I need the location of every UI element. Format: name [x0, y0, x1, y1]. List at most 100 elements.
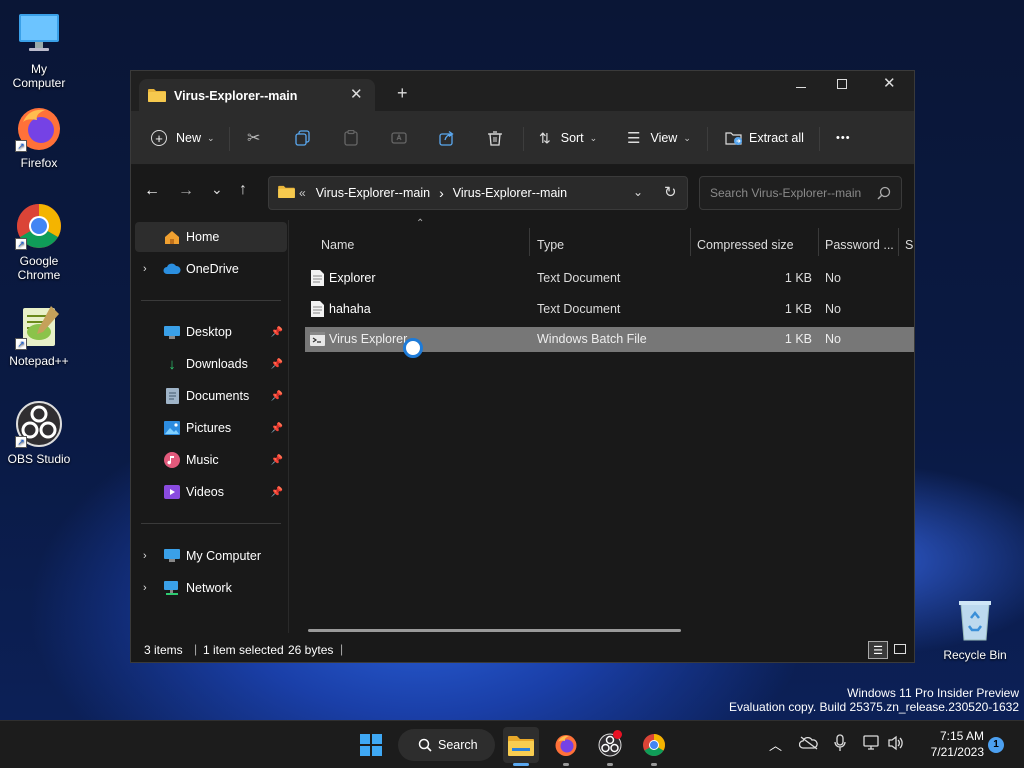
- desktop-icon-obs[interactable]: ↗ OBS Studio: [3, 400, 75, 466]
- share-button[interactable]: [439, 123, 455, 153]
- details-view-button[interactable]: ☰: [868, 641, 888, 659]
- horizontal-scrollbar[interactable]: [308, 629, 681, 632]
- notepadpp-icon: ↗: [15, 302, 63, 350]
- delete-button[interactable]: [487, 123, 503, 153]
- address-bar[interactable]: « Virus-Explorer--main › Virus-Explorer-…: [268, 176, 688, 210]
- monitor-icon: [15, 10, 63, 58]
- maximize-button[interactable]: [837, 79, 847, 89]
- nav-item-label: Home: [186, 230, 220, 244]
- chevron-right-icon[interactable]: ›: [143, 550, 147, 562]
- nav-item-documents[interactable]: Documents 📌: [135, 381, 287, 411]
- taskbar-firefox[interactable]: [548, 727, 584, 766]
- nav-item-music[interactable]: Music 📌: [135, 445, 287, 475]
- column-divider[interactable]: [818, 228, 819, 256]
- nav-item-onedrive[interactable]: › OneDrive: [135, 254, 287, 284]
- command-bar: + New ⌄ ✂ ⇅ Sort ⌄ ☰ View ⌄ Extract all …: [131, 111, 914, 165]
- pin-icon[interactable]: 📌: [271, 455, 283, 466]
- chrome-icon: [643, 734, 665, 756]
- copy-button[interactable]: [295, 123, 311, 153]
- pin-icon[interactable]: 📌: [271, 359, 283, 370]
- document-icon: [163, 387, 181, 405]
- taskbar-obs[interactable]: [592, 727, 628, 766]
- tab-virus-explorer-main[interactable]: Virus-Explorer--main ✕: [139, 79, 375, 111]
- refresh-icon[interactable]: ↻: [664, 183, 677, 201]
- forward-button[interactable]: →: [178, 182, 194, 200]
- minimize-button[interactable]: [791, 75, 811, 99]
- address-dropdown-icon[interactable]: ⌄: [633, 185, 643, 199]
- taskbar-chrome[interactable]: [636, 727, 672, 766]
- close-window-button[interactable]: ✕: [883, 74, 896, 92]
- file-row-hahaha[interactable]: hahaha Text Document 1 KB No: [305, 296, 914, 323]
- recycle-bin-icon: [951, 596, 999, 644]
- notification-badge[interactable]: 1: [988, 737, 1004, 753]
- volume-icon[interactable]: [887, 735, 905, 754]
- music-icon: [163, 451, 181, 469]
- more-options-button[interactable]: •••: [836, 123, 851, 153]
- view-button[interactable]: ☰ View ⌄: [627, 123, 691, 153]
- recent-locations-button[interactable]: ⌄: [211, 181, 223, 198]
- file-compressed-size: 1 KB: [784, 271, 812, 285]
- close-tab-icon[interactable]: ✕: [350, 85, 363, 103]
- paste-button[interactable]: [343, 123, 359, 153]
- network-tray-icon[interactable]: [863, 735, 881, 754]
- nav-item-home[interactable]: Home: [135, 222, 287, 252]
- file-row-explorer[interactable]: Explorer Text Document 1 KB No: [305, 265, 914, 292]
- rename-button[interactable]: [391, 123, 409, 153]
- nav-item-pictures[interactable]: Pictures 📌: [135, 413, 287, 443]
- nav-item-videos[interactable]: Videos 📌: [135, 477, 287, 507]
- pin-icon[interactable]: 📌: [271, 391, 283, 402]
- column-header-size[interactable]: Si: [905, 234, 914, 256]
- status-divider: |: [194, 642, 198, 656]
- desktop-icon-recycle-bin[interactable]: Recycle Bin: [939, 596, 1011, 662]
- pin-icon[interactable]: 📌: [271, 327, 283, 338]
- pin-icon[interactable]: 📌: [271, 423, 283, 434]
- new-button[interactable]: + New ⌄: [151, 123, 215, 153]
- clock[interactable]: 7:15 AM 7/21/2023: [914, 728, 984, 760]
- chevron-right-icon[interactable]: ›: [143, 582, 147, 594]
- sort-ascending-icon: ⌃: [416, 218, 425, 229]
- column-divider[interactable]: [690, 228, 691, 256]
- pin-icon[interactable]: 📌: [271, 487, 283, 498]
- microphone-icon[interactable]: [834, 734, 846, 755]
- taskbar-file-explorer[interactable]: [503, 727, 539, 766]
- nav-pane-splitter[interactable]: [288, 220, 289, 633]
- taskbar-search-label: Search: [438, 738, 478, 752]
- back-button[interactable]: ←: [144, 182, 160, 200]
- up-button[interactable]: ↑: [239, 181, 247, 199]
- nav-item-my-computer[interactable]: › My Computer: [135, 541, 287, 571]
- start-button[interactable]: [353, 727, 389, 763]
- toolbar-divider: [819, 127, 820, 151]
- column-header-compressed-size[interactable]: Compressed size: [697, 234, 794, 256]
- tiles-view-button[interactable]: [891, 641, 909, 657]
- column-header-password[interactable]: Password ...: [825, 234, 894, 256]
- extract-all-button[interactable]: Extract all: [725, 123, 804, 153]
- title-bar[interactable]: Virus-Explorer--main ✕ + ✕: [131, 71, 914, 111]
- nav-item-network[interactable]: › Network: [135, 573, 287, 603]
- sort-button[interactable]: ⇅ Sort ⌄: [539, 123, 597, 153]
- desktop-icon-notepadpp[interactable]: ↗ Notepad++: [3, 302, 75, 368]
- column-divider[interactable]: [898, 228, 899, 256]
- breadcrumb-item[interactable]: Virus-Explorer--main: [316, 186, 430, 200]
- column-divider[interactable]: [529, 228, 530, 256]
- cut-button[interactable]: ✂: [247, 123, 260, 153]
- breadcrumb-item[interactable]: Virus-Explorer--main: [453, 186, 567, 200]
- new-tab-button[interactable]: +: [397, 83, 408, 104]
- taskbar-search-button[interactable]: Search: [398, 729, 495, 761]
- tiles-view-icon: [894, 644, 906, 654]
- chevron-right-icon[interactable]: ›: [143, 263, 147, 275]
- desktop-icon-firefox[interactable]: ↗ Firefox: [3, 104, 75, 170]
- column-header-type[interactable]: Type: [537, 234, 564, 256]
- breadcrumb-overflow[interactable]: «: [299, 186, 306, 200]
- onedrive-tray-icon[interactable]: [798, 736, 819, 753]
- desktop-icon-my-computer[interactable]: My Computer: [3, 10, 75, 90]
- sort-button-label: Sort: [560, 131, 584, 145]
- show-hidden-icons-button[interactable]: ︿: [769, 735, 782, 754]
- search-input[interactable]: Search Virus-Explorer--main: [699, 176, 902, 210]
- file-list: ⌃ Name Type Compressed size Password ...…: [291, 218, 914, 633]
- shortcut-arrow-icon: ↗: [15, 140, 27, 152]
- nav-item-desktop[interactable]: Desktop 📌: [135, 317, 287, 347]
- file-row-virus-explorer[interactable]: Virus Explorer Windows Batch File 1 KB N…: [305, 327, 914, 352]
- column-header-name[interactable]: Name: [321, 234, 354, 256]
- desktop-icon-chrome[interactable]: ↗ Google Chrome: [3, 202, 75, 282]
- nav-item-downloads[interactable]: ↓ Downloads 📌: [135, 349, 287, 379]
